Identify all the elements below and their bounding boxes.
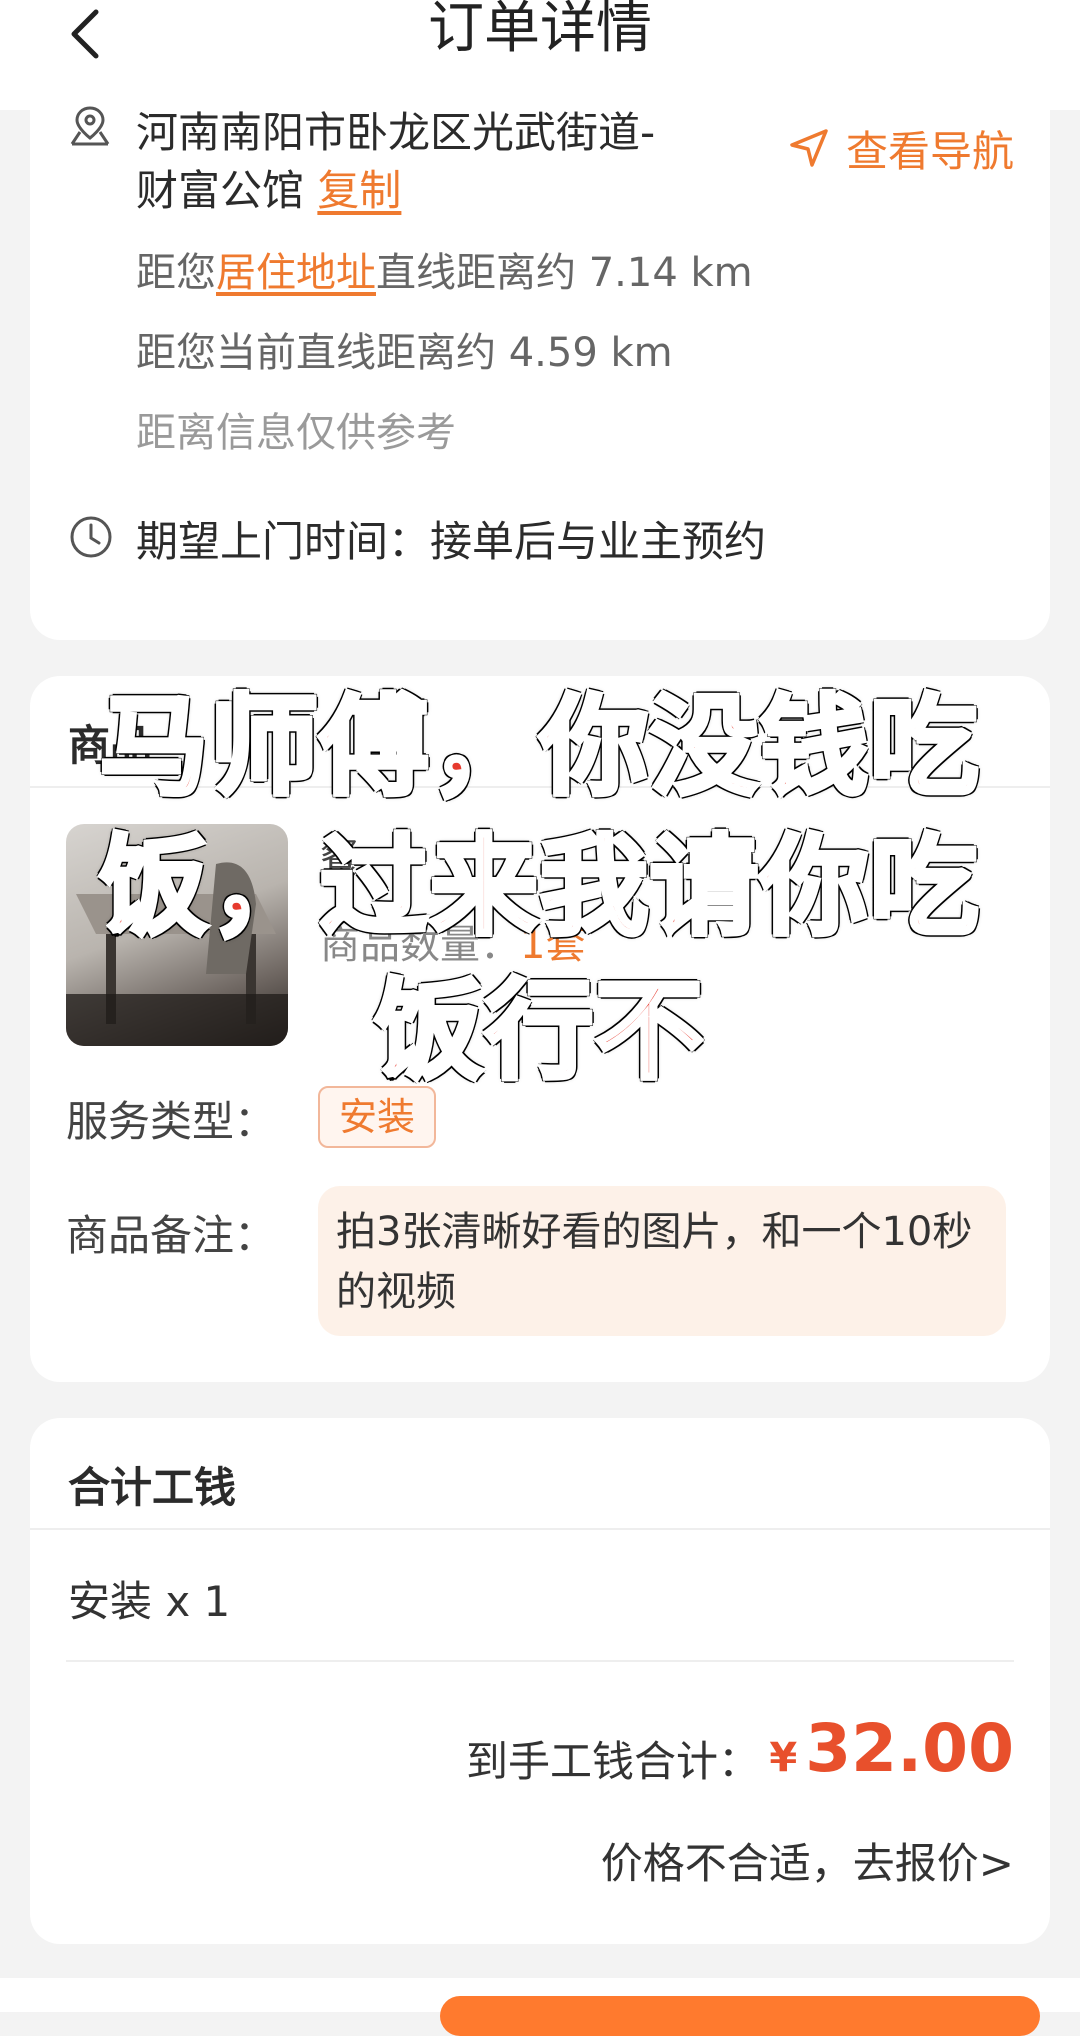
remark-label: 商品备注： <box>66 1211 277 1260</box>
copy-button[interactable]: 复制 <box>317 166 401 215</box>
wage-item: 安装 x 1 <box>68 1577 231 1626</box>
page-title: 订单详情 <box>428 0 652 61</box>
navigation-label: 查看导航 <box>845 126 1014 176</box>
home-address-link[interactable]: 居住地址 <box>216 250 376 296</box>
distance-current: 距您当前直线距离约 4.59 km <box>136 330 673 376</box>
accept-order-button[interactable] <box>440 1996 1040 2036</box>
wage-section-title: 合计工钱 <box>68 1463 237 1512</box>
navigation-button[interactable]: 查看导航 <box>786 118 1014 178</box>
amount-value: 32.00 <box>805 1710 1014 1787</box>
distance-home-suffix: 直线距离约 7.14 km <box>376 250 753 296</box>
divider <box>66 1660 1014 1662</box>
address-card: 河南南阳市卧龙区光武街道-财富公馆 复制 查看导航 距您居住地址直线距离约 7.… <box>30 70 1050 640</box>
wage-total-card: 合计工钱 安装 x 1 到手工钱合计： ¥32.00 价格不合适，去报价> <box>30 1418 1050 1944</box>
overlay-caption-line-3: 饭行不 <box>372 967 705 1097</box>
currency-symbol: ¥ <box>769 1735 798 1781</box>
expected-visit-time: 期望上门时间：接单后与业主预约 <box>136 517 767 566</box>
distance-note: 距离信息仅供参考 <box>136 410 456 456</box>
overlay-caption-line-1: 马师傅，你没钱吃 <box>97 683 980 813</box>
clock-icon <box>70 516 112 558</box>
overlay-caption-line-2: 饭，过来我请你吃 <box>97 823 980 953</box>
total-amount: ¥32.00 <box>769 1710 1014 1787</box>
distance-home: 距您居住地址直线距离约 7.14 km <box>136 240 753 298</box>
quote-link[interactable]: 价格不合适，去报价> <box>601 1830 1014 1891</box>
map-location-icon <box>70 106 110 146</box>
navigation-arrow-icon <box>790 129 828 167</box>
remark-text: 拍3张清晰好看的图片，和一个10秒的视频 <box>318 1186 1006 1336</box>
divider <box>30 1528 1050 1530</box>
total-label: 到手工钱合计： <box>465 1737 760 1786</box>
distance-home-prefix: 距您 <box>136 250 216 296</box>
service-address: 河南南阳市卧龙区光武街道-财富公馆 复制 <box>136 104 696 220</box>
